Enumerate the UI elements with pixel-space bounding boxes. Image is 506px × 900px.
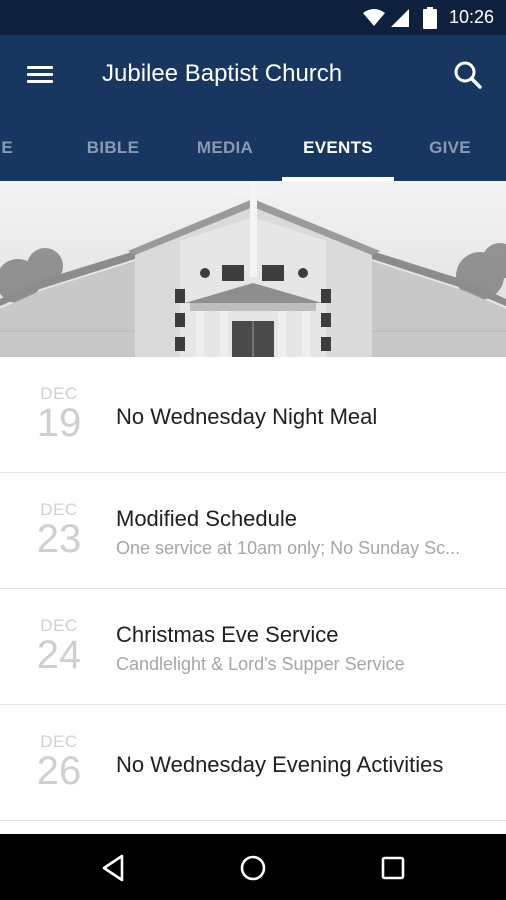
- event-date: DEC 19: [30, 385, 88, 445]
- battery-icon: [422, 6, 437, 29]
- event-day: 23: [36, 517, 82, 561]
- list-item[interactable]: DEC 23 Modified Schedule One service at …: [0, 473, 506, 589]
- tab-media[interactable]: MEDIA: [169, 115, 281, 181]
- event-date: DEC 23: [30, 501, 88, 561]
- back-icon[interactable]: [98, 851, 132, 885]
- app-bar: Jubilee Baptist Church: [0, 35, 506, 115]
- event-title: Modified Schedule: [116, 506, 298, 531]
- event-date: DEC 26: [30, 733, 88, 793]
- tab-home[interactable]: ME: [0, 115, 56, 181]
- signal-icon: [390, 8, 409, 27]
- event-title: Christmas Eve Service: [116, 622, 339, 647]
- event-date: DEC 24: [30, 617, 88, 677]
- list-item[interactable]: DEC 19 No Wednesday Night Meal: [0, 357, 506, 473]
- tab-give[interactable]: GIVE: [394, 115, 506, 181]
- system-nav-bar: [0, 834, 506, 900]
- church-building-photo: [0, 181, 506, 357]
- event-day: 19: [36, 401, 82, 445]
- event-title: No Wednesday Night Meal: [116, 404, 378, 429]
- event-title: No Wednesday Evening Activities: [116, 752, 444, 777]
- tab-bible[interactable]: BIBLE: [57, 115, 169, 181]
- events-list: DEC 19 No Wednesday Night Meal DEC 23 Mo…: [0, 357, 506, 821]
- recents-icon[interactable]: [376, 851, 410, 885]
- app-title: Jubilee Baptist Church: [102, 60, 343, 87]
- status-bar: 10:26: [0, 0, 506, 35]
- search-icon[interactable]: [452, 59, 484, 91]
- tab-events[interactable]: EVENTS: [282, 115, 394, 181]
- list-item[interactable]: DEC 24 Christmas Eve Service Candlelight…: [0, 589, 506, 705]
- wifi-icon: [362, 8, 385, 26]
- event-subtitle: One service at 10am only; No Sunday Sc..…: [116, 538, 461, 558]
- tab-bar: ME BIBLE MEDIA EVENTS GIVE: [0, 115, 506, 181]
- list-item[interactable]: DEC 26 No Wednesday Evening Activities: [0, 705, 506, 821]
- hamburger-menu-icon[interactable]: [25, 61, 55, 89]
- home-icon[interactable]: [236, 851, 270, 885]
- event-subtitle: Candlelight & Lord's Supper Service: [116, 654, 405, 674]
- status-time: 10:26: [448, 7, 494, 27]
- event-day: 26: [36, 749, 82, 793]
- event-day: 24: [36, 633, 82, 677]
